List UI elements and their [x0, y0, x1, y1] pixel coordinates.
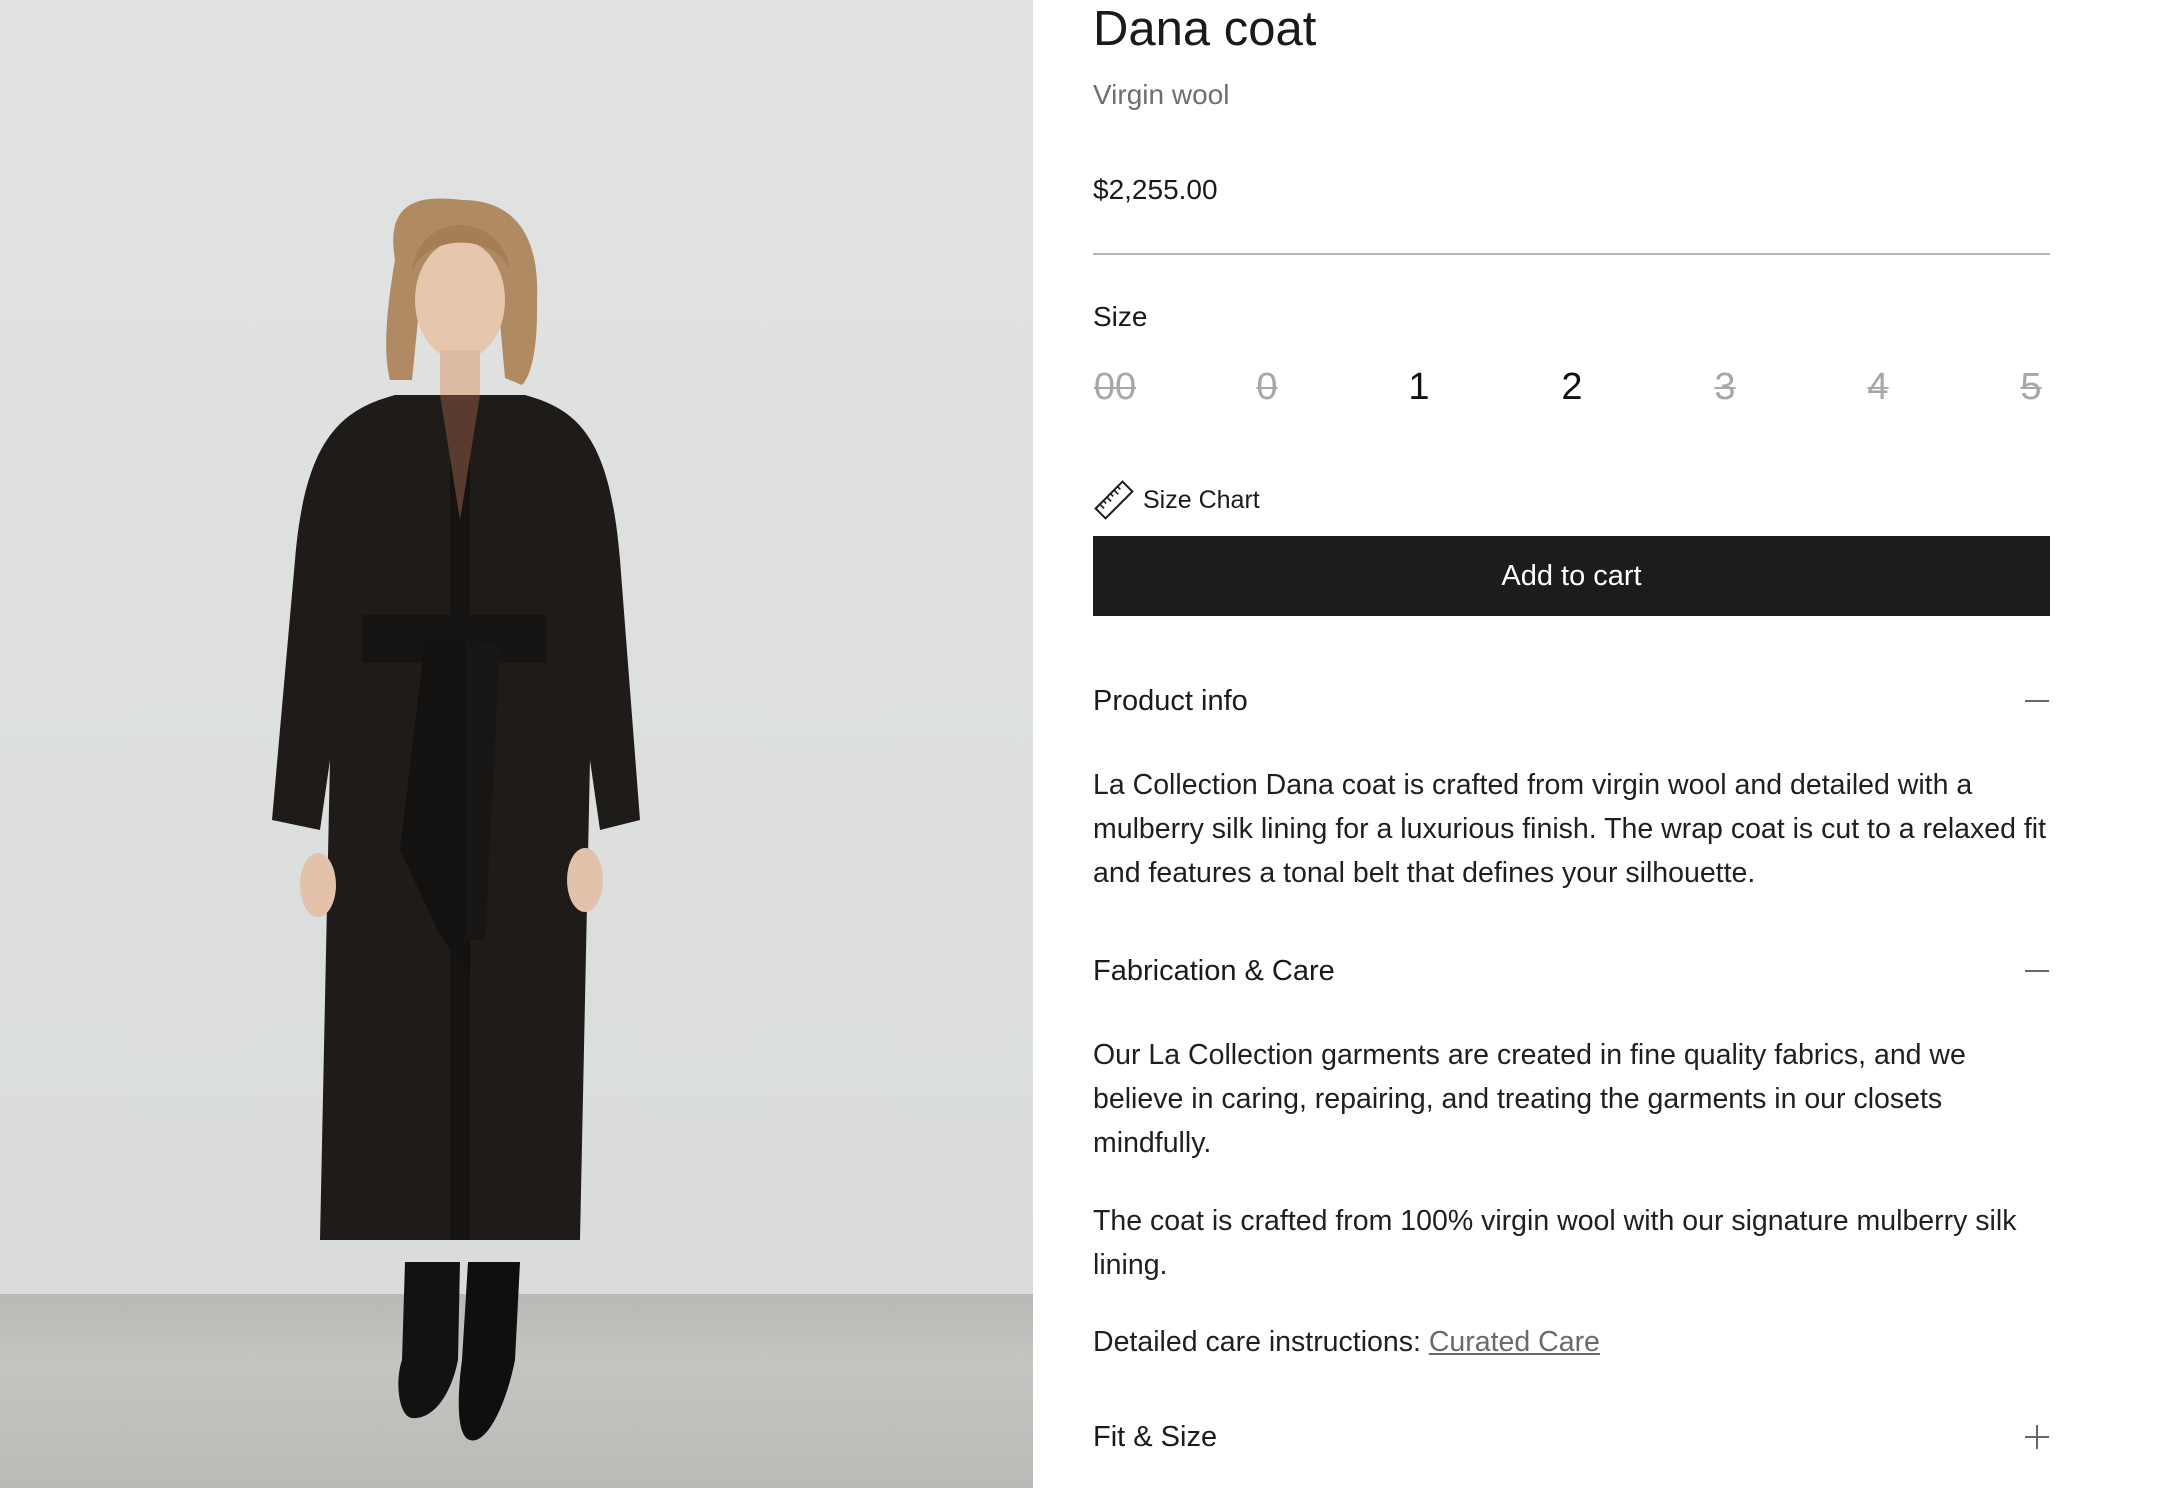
product-title: Dana coat: [1093, 2, 1317, 56]
accordion-title: Product info: [1093, 685, 1248, 717]
accordion-title: Fabrication & Care: [1093, 955, 1335, 987]
size-option-0[interactable]: 0: [1237, 363, 1297, 411]
minus-icon: [2024, 688, 2050, 714]
product-info-text: La Collection Dana coat is crafted from …: [1093, 769, 2047, 889]
size-option-1[interactable]: 1: [1389, 363, 1449, 411]
accordion-product-info[interactable]: Product info: [1093, 679, 2050, 723]
curated-care-link[interactable]: Curated Care: [1429, 1326, 1600, 1358]
accordion-fit-size[interactable]: Fit & Size: [1093, 1415, 2050, 1459]
size-chart-link[interactable]: Size Chart: [1093, 477, 1260, 523]
accordion-fabrication-care[interactable]: Fabrication & Care: [1093, 949, 2050, 993]
fabric-composition-text: The coat is crafted from 100% virgin woo…: [1093, 1205, 2017, 1281]
model-illustration: [272, 198, 640, 1441]
plus-icon: [2024, 1424, 2050, 1450]
product-page: Dana coat Virgin wool $2,255.00 Size 00 …: [0, 0, 2180, 1488]
add-to-cart-button[interactable]: Add to cart: [1093, 536, 2050, 616]
product-material: Virgin wool: [1093, 79, 1230, 110]
accordion-title: Fit & Size: [1093, 1421, 1218, 1453]
product-price: $2,255.00: [1093, 174, 1218, 205]
size-chart-label: Size Chart: [1143, 486, 1260, 514]
minus-icon: [2024, 958, 2050, 984]
size-option-4[interactable]: 4: [1848, 363, 1908, 411]
care-instructions-line: Detailed care instructions: Curated Care: [1093, 1320, 2050, 1364]
ruler-icon: [1094, 480, 1134, 520]
size-option-5[interactable]: 5: [2001, 363, 2061, 411]
size-option-3[interactable]: 3: [1695, 363, 1755, 411]
size-option-2[interactable]: 2: [1542, 363, 1602, 411]
product-photo[interactable]: [0, 0, 1033, 1488]
size-option-00[interactable]: 00: [1085, 363, 1145, 411]
divider: [1093, 253, 2050, 255]
care-instructions-prefix: Detailed care instructions:: [1093, 1326, 1429, 1358]
fabrication-text: Our La Collection garments are created i…: [1093, 1039, 1966, 1159]
size-label: Size: [1093, 301, 1148, 332]
size-options: 00 0 1 2 3 4 5: [1093, 363, 2050, 411]
